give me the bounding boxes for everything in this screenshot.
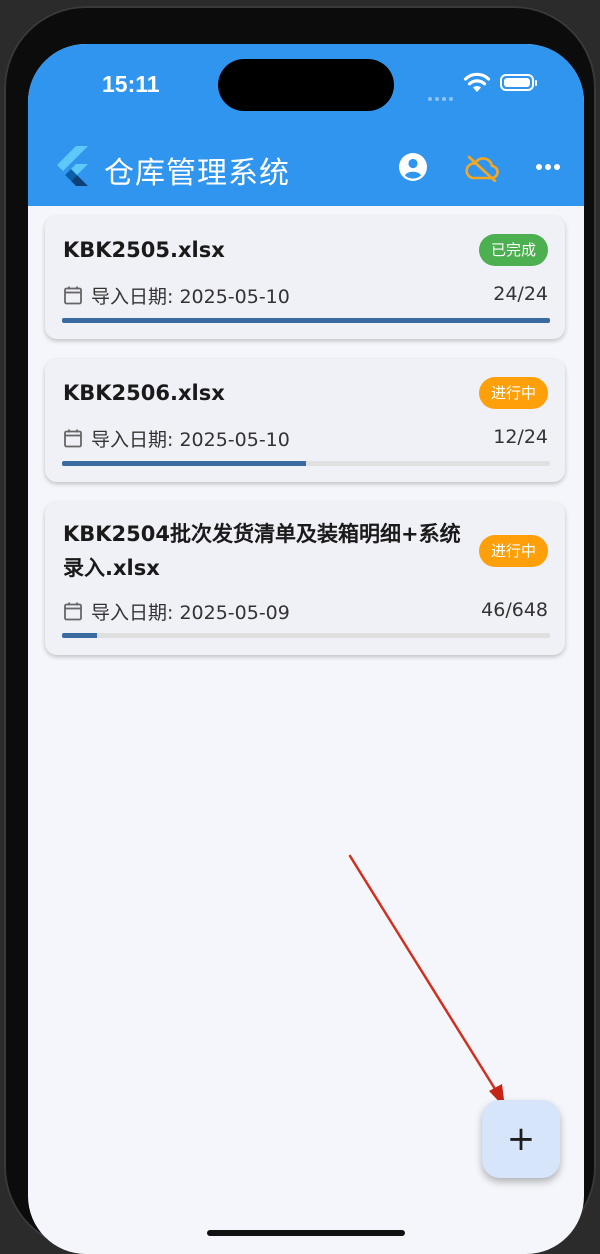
plus-icon: + <box>506 1119 536 1159</box>
app-screen: 15:11 仓库管理系统 KBK2505.xlsx 已完成 导入日期: 2025… <box>28 44 584 1254</box>
add-import-button[interactable]: + <box>482 1100 560 1178</box>
annotation-arrow <box>348 854 505 1108</box>
phone-frame: 15:11 仓库管理系统 KBK2505.xlsx 已完成 导入日期: 2025… <box>4 6 596 1254</box>
home-indicator <box>207 1230 405 1236</box>
